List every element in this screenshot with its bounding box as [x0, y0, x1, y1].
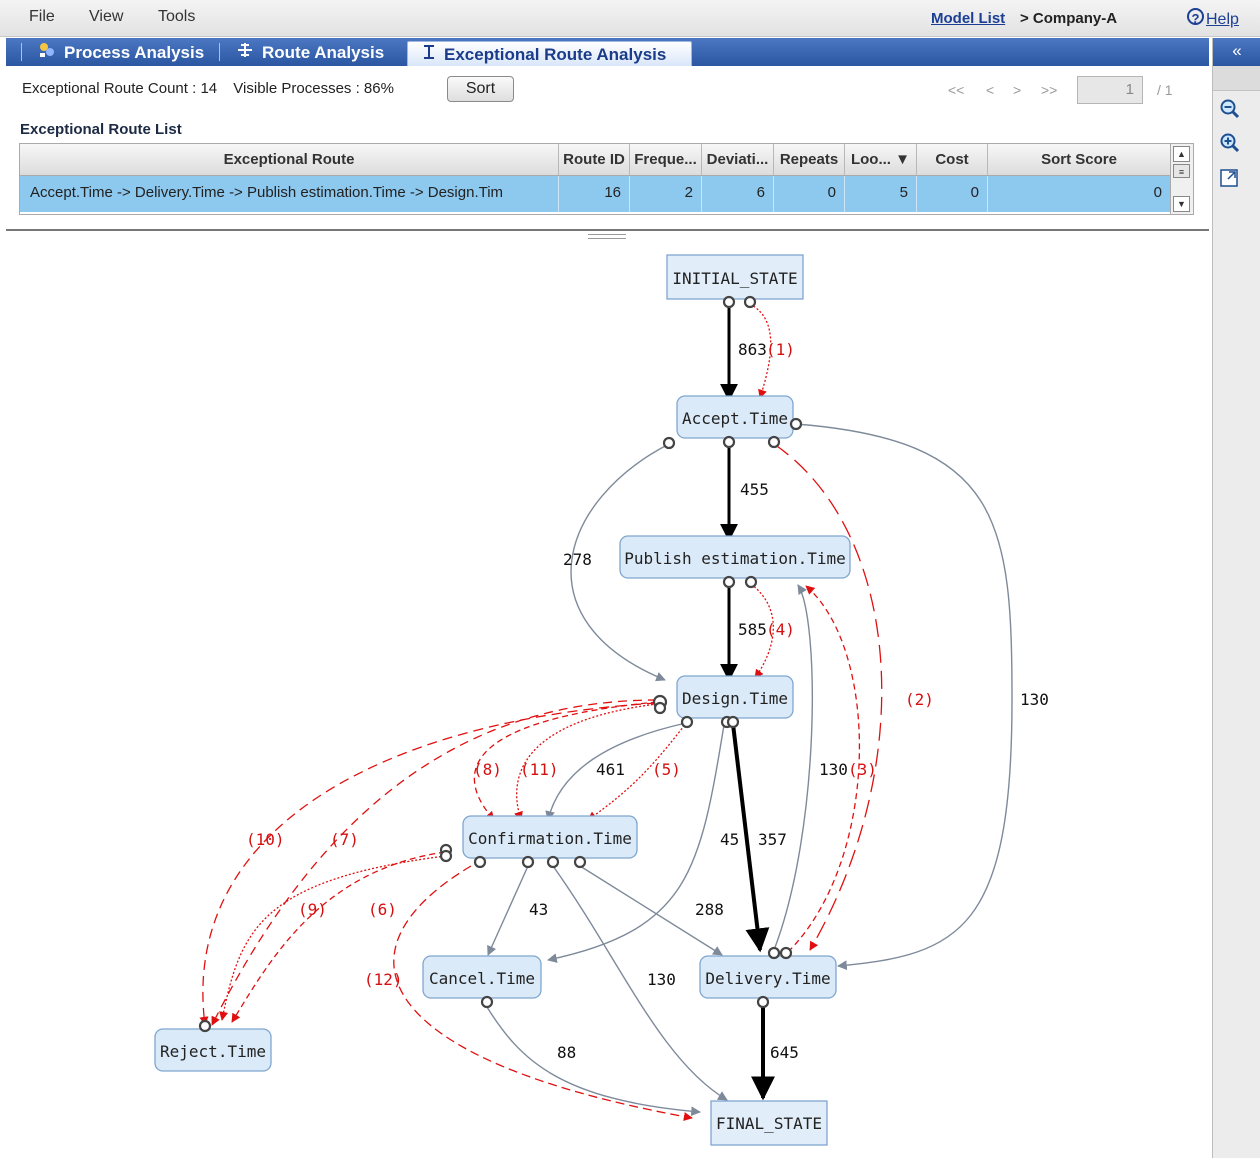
port-icon: [722, 295, 736, 309]
edge-count-confirmation-final: 130: [647, 970, 676, 989]
port-icon: [473, 855, 487, 869]
port-icon: [546, 855, 560, 869]
route-step-12: [219, 855, 446, 1021]
edge-count-design-delivery: 357: [758, 830, 787, 849]
route-step-label-2: (2): [905, 690, 934, 709]
edge-count-initial-accept: 863: [738, 340, 767, 359]
route-step-label-4: (4): [766, 620, 795, 639]
edge-count-accept-design: 278: [563, 550, 592, 569]
edge-accept-delivery: [795, 423, 1013, 971]
node-publish-estimation-label: Publish estimation.Time: [624, 549, 846, 568]
port-icon: [662, 436, 676, 450]
edge-count-publish-design: 585: [738, 620, 767, 639]
port-icon: [439, 849, 453, 863]
edge-count-cancel-final: 88: [557, 1043, 576, 1062]
port-icon: [653, 701, 667, 715]
help-label: Help: [1206, 11, 1239, 28]
route-step-label-10: (10): [246, 830, 285, 849]
edge-count-accept-publish: 455: [740, 480, 769, 499]
port-icon: [789, 417, 803, 431]
edge-delivery-publish: [773, 584, 814, 951]
node-cancel-time-label: Cancel.Time: [429, 969, 535, 988]
route-step-label-3: (3): [848, 760, 877, 779]
node-design-time[interactable]: Design.Time: [676, 675, 794, 719]
side-toolbar: «: [1212, 38, 1260, 1158]
collapse-panel-button[interactable]: «: [1213, 38, 1260, 66]
port-icon: [480, 995, 494, 1009]
node-final-state[interactable]: FINAL_STATE: [710, 1100, 828, 1146]
node-cancel-time[interactable]: Cancel.Time: [422, 955, 542, 999]
port-icon: [198, 1019, 212, 1033]
route-step-label-8: (8): [473, 760, 502, 779]
route-step-label-11: (11): [520, 760, 559, 779]
node-delivery-time[interactable]: Delivery.Time: [699, 955, 837, 999]
route-step-label-6: (6): [368, 900, 397, 919]
edge-count-delivery-final: 645: [770, 1043, 799, 1062]
edge-count-delivery-publish: 130: [819, 760, 848, 779]
edge-count-design-cancel: 45: [720, 830, 739, 849]
port-icon: [767, 946, 781, 960]
port-icon: [573, 855, 587, 869]
port-icon: [767, 435, 781, 449]
node-publish-estimation-time[interactable]: Publish estimation.Time: [619, 535, 851, 579]
route-step-label-5: (5): [652, 760, 681, 779]
port-icon: [680, 715, 694, 729]
node-confirmation-time[interactable]: Confirmation.Time: [462, 815, 638, 859]
node-initial-state-label: INITIAL_STATE: [672, 269, 797, 288]
edge-count-design-confirmation: 461: [596, 760, 625, 779]
node-accept-time-label: Accept.Time: [682, 409, 788, 428]
route-step-label-1: (1): [766, 340, 795, 359]
process-graph: INITIAL_STATE Accept.Time Publish estima…: [154, 254, 1049, 1146]
port-icon: [521, 855, 535, 869]
node-accept-time[interactable]: Accept.Time: [676, 395, 794, 439]
node-final-state-label: FINAL_STATE: [716, 1114, 822, 1133]
route-step-label-7: (7): [330, 830, 359, 849]
node-initial-state[interactable]: INITIAL_STATE: [666, 254, 804, 300]
edge-count-confirmation-delivery: 288: [695, 900, 724, 919]
route-step-label-9: (9): [298, 900, 327, 919]
side-toolbar-strip: [1213, 66, 1260, 91]
node-design-time-label: Design.Time: [682, 689, 788, 708]
node-reject-time-label: Reject.Time: [160, 1042, 266, 1061]
zoom-in-icon[interactable]: [1219, 132, 1241, 154]
zoom-out-icon[interactable]: [1219, 98, 1241, 120]
node-delivery-time-label: Delivery.Time: [705, 969, 830, 988]
port-icon: [756, 995, 770, 1009]
node-confirmation-time-label: Confirmation.Time: [468, 829, 632, 848]
port-icon: [743, 295, 757, 309]
edge-count-accept-delivery: 130: [1020, 690, 1049, 709]
port-icon: [726, 715, 740, 729]
route-step-label-12: (12): [364, 970, 403, 989]
port-icon: [779, 946, 793, 960]
node-reject-time[interactable]: Reject.Time: [154, 1028, 272, 1072]
port-icon: [722, 435, 736, 449]
fit-to-window-icon[interactable]: [1219, 168, 1241, 190]
port-icon: [744, 575, 758, 589]
edge-confirmation-cancel: [487, 865, 529, 956]
port-icon: [722, 575, 736, 589]
edge-count-confirmation-cancel: 43: [529, 900, 548, 919]
